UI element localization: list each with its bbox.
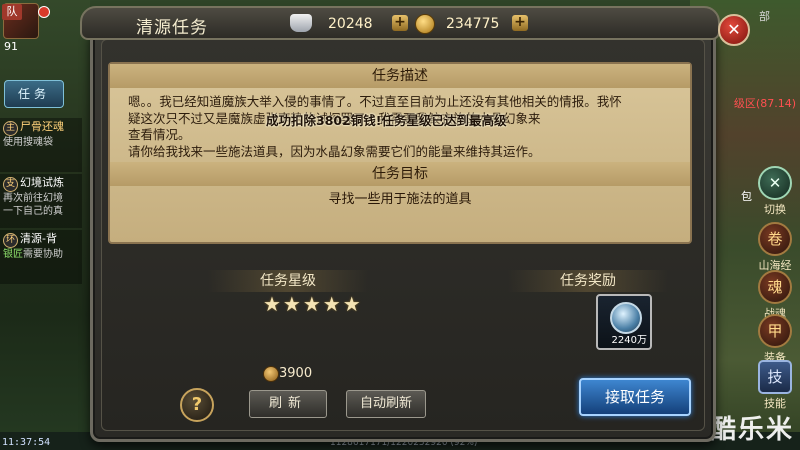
soul-icon: 魂 bbox=[758, 270, 792, 304]
swap-icon: ✕ bbox=[758, 166, 792, 200]
quest-sub: 再次前往幻境 bbox=[3, 193, 63, 204]
desc-line: 嗯。。我已经知道魔族大举入侵的事情了。不过直至目前为止还没有其他相关的情报。我怀 bbox=[128, 94, 622, 109]
reward-head: 任务奖励 bbox=[508, 270, 668, 292]
switch-button[interactable]: ✕ 切换 bbox=[756, 166, 794, 217]
quest-sub: 使用搜魂袋 bbox=[3, 137, 53, 148]
desc-line: 查看情况。 bbox=[128, 127, 191, 142]
skill-icon: 技 bbox=[758, 360, 792, 394]
quest-detail-panel: 任务描述 嗯。。我已经知道魔族大举入侵的事情了。不过直至目前为止还没有其他相关的… bbox=[108, 62, 692, 244]
quest-item-side[interactable]: 支幻境试炼 再次前往幻境 一下自己的真 bbox=[0, 174, 82, 228]
team-tag[interactable]: 队 bbox=[2, 4, 22, 20]
star-rating: ★★★★★ bbox=[263, 292, 363, 316]
switch-label: 切换 bbox=[764, 203, 786, 216]
section-goal-head: 任务目标 bbox=[110, 162, 690, 186]
bag-button[interactable]: 包 bbox=[741, 188, 752, 204]
skill-button[interactable]: 技 技能 bbox=[756, 360, 794, 411]
silver-ingot-icon bbox=[290, 14, 312, 32]
map-level: 级区(87.14) bbox=[733, 97, 796, 110]
quest-badge: 支 bbox=[3, 177, 18, 192]
shanhaijing-button[interactable]: 卷 山海经 bbox=[756, 222, 794, 273]
quest-goal: 寻找一些用于施法的道具 bbox=[328, 192, 472, 207]
close-button[interactable]: ✕ bbox=[718, 14, 750, 46]
desc-line: 请你给我找来一些施法道具，因为水晶幻象需要它们的能量来维持其运作。 bbox=[128, 143, 541, 159]
add-silver-button[interactable]: + bbox=[392, 15, 408, 31]
quest-title: 尸骨还魂 bbox=[20, 120, 64, 133]
toast-message: 成功扣除3802铜钱!任务星级已达到最高级 bbox=[266, 113, 507, 128]
quest-item-loop[interactable]: 环清源-背 银匠需要协助 bbox=[0, 230, 82, 284]
notification-dot bbox=[38, 6, 50, 18]
quest-title: 幻境试炼 bbox=[20, 176, 64, 189]
reward-item[interactable]: 2240万 bbox=[596, 294, 652, 350]
auto-refresh-button[interactable]: 自动刷新 bbox=[346, 390, 426, 418]
armor-icon: 甲 bbox=[758, 314, 792, 348]
equipment-button[interactable]: 甲 装备 bbox=[756, 314, 794, 365]
quest-badge: 主 bbox=[3, 121, 18, 136]
quest-sub: 需要协助 bbox=[23, 249, 63, 260]
section-description-head: 任务描述 bbox=[110, 64, 690, 88]
book-icon: 卷 bbox=[758, 222, 792, 256]
quest-badge: 环 bbox=[3, 233, 18, 248]
accept-quest-button[interactable]: 接取任务 bbox=[579, 378, 691, 416]
player-level: 91 bbox=[4, 40, 18, 53]
tab-tasks[interactable]: 任务 bbox=[4, 80, 64, 108]
clock: 11:37:54 bbox=[2, 437, 51, 448]
watermark: 酷乐米 bbox=[709, 415, 794, 445]
quest-sub-2: 一下自己的真 bbox=[3, 206, 63, 217]
quest-npc: 银匠 bbox=[3, 249, 23, 260]
add-gold-button[interactable]: + bbox=[512, 15, 528, 31]
quest-item-main[interactable]: 主尸骨还魂 使用搜魂袋 bbox=[0, 118, 82, 172]
silver-amount: 20248 bbox=[328, 16, 373, 32]
help-button[interactable]: ? bbox=[180, 388, 214, 422]
exp-gem-icon bbox=[610, 302, 642, 334]
quest-title: 清源-背 bbox=[20, 232, 57, 245]
quest-dialog: 清源任务 20248 + 234775 + ✕ 任务描述 嗯。。我已经知道魔族大… bbox=[80, 6, 750, 442]
star-level-head: 任务星级 bbox=[208, 270, 368, 292]
quest-list: 主尸骨还魂 使用搜魂袋 支幻境试炼 再次前往幻境 一下自己的真 环清源-背 银匠… bbox=[0, 118, 82, 286]
refresh-cost: 3900 bbox=[279, 366, 313, 381]
gold-amount: 234775 bbox=[446, 16, 500, 32]
gold-coin-icon bbox=[415, 14, 435, 34]
dialog-titlebar: 清源任务 20248 + 234775 + bbox=[80, 6, 720, 40]
reward-quantity: 2240万 bbox=[611, 335, 647, 346]
copper-coin-icon bbox=[263, 366, 279, 382]
refresh-button[interactable]: 刷新 bbox=[249, 390, 327, 418]
dialog-title: 清源任务 bbox=[136, 18, 208, 38]
top-right-label: 部 bbox=[759, 10, 770, 23]
